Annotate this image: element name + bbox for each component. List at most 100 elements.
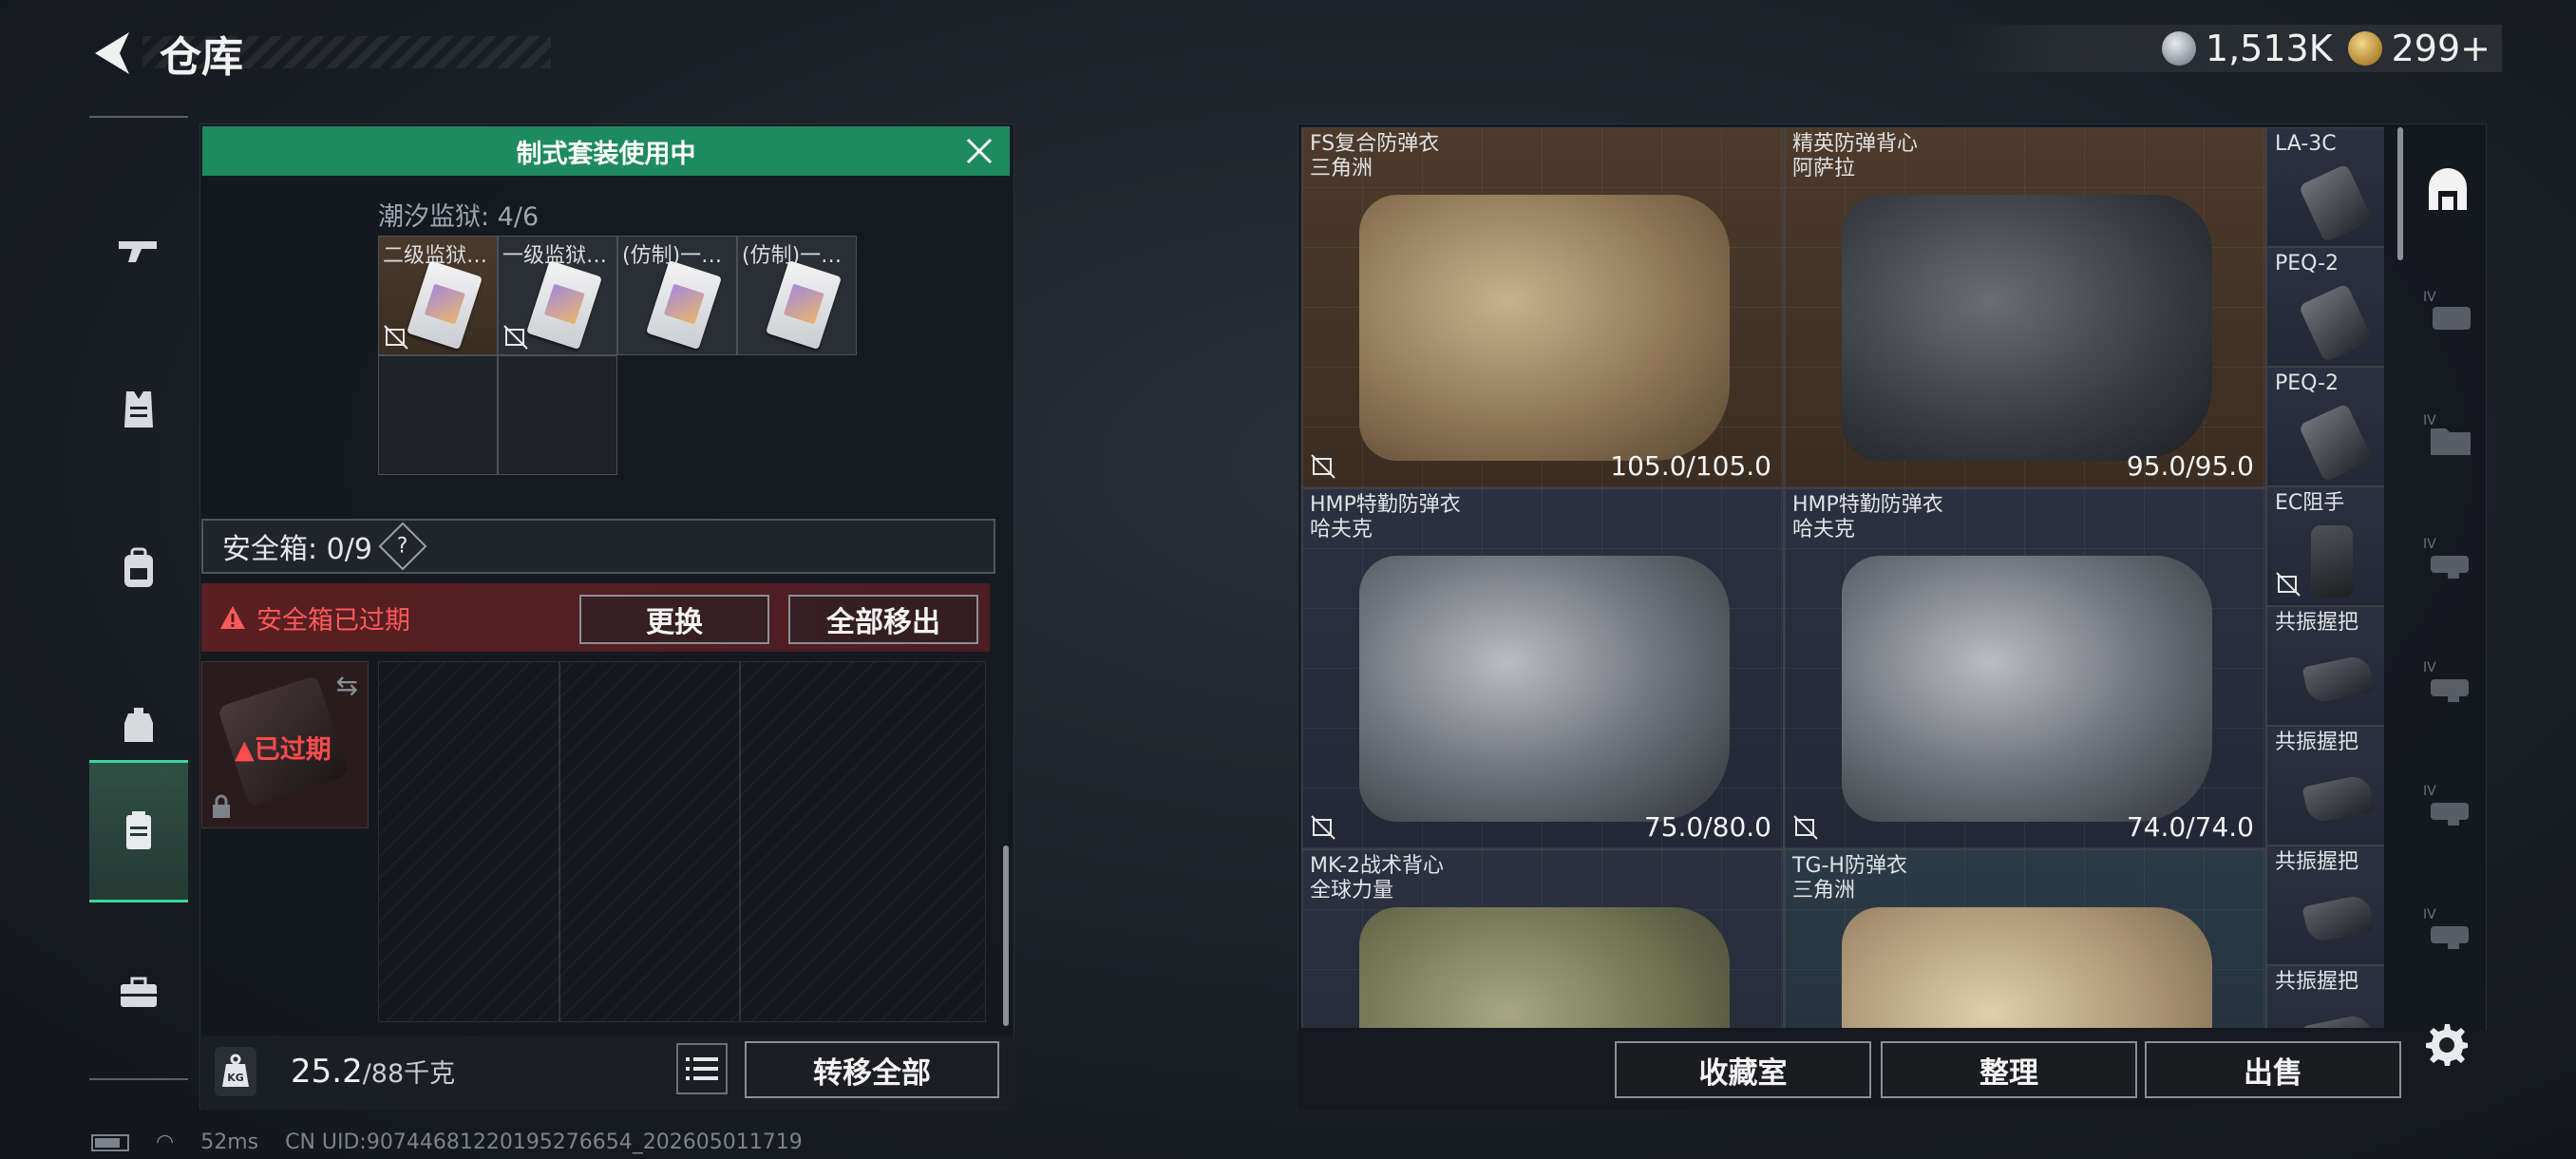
filter-tier-iv-6[interactable]: IV	[2411, 868, 2485, 992]
nav-armor[interactable]	[89, 338, 188, 481]
item-durability: 74.0/74.0	[2126, 811, 2254, 843]
item-name: PEQ-2	[2275, 252, 2339, 276]
item-label: HMP特勤防弹衣 哈夫克	[1310, 493, 1461, 542]
swap-arrows-icon: ⇆	[335, 670, 358, 701]
help-icon[interactable]: ?	[378, 522, 427, 571]
silver-coin-icon	[2161, 31, 2196, 66]
item-name: MK-2战术背心	[1310, 854, 1445, 878]
inventory-item-small[interactable]: EC阻手	[2266, 486, 2384, 606]
collection-room-button[interactable]: 收藏室	[1615, 1041, 1871, 1098]
inventory-item[interactable]: FS复合防弹衣 三角洲 105.0/105.0	[1301, 127, 1784, 488]
kit-banner-text: 制式套装使用中	[516, 139, 696, 169]
nav-backpack[interactable]	[89, 498, 188, 640]
svg-text:IV: IV	[2423, 784, 2436, 799]
inventory-item-small[interactable]: PEQ-2	[2266, 367, 2384, 486]
laser-module-image	[2298, 283, 2374, 363]
back-arrow-icon[interactable]	[87, 27, 141, 80]
item-name: PEQ-2	[2275, 371, 2339, 395]
inventory-scrollbar[interactable]	[2397, 127, 2403, 260]
inventory-item[interactable]: TG-H防弹衣 三角洲	[1784, 849, 2266, 1028]
inventory-item[interactable]: 精英防弹背心 阿萨拉 95.0/95.0	[1784, 127, 2266, 488]
item-name: TG-H防弹衣	[1792, 854, 1907, 878]
filter-tier-iv-1[interactable]: IV	[2411, 251, 2485, 374]
key-slot[interactable]: (仿制)一…	[617, 236, 737, 355]
gold-currency[interactable]: 299+	[2347, 28, 2491, 69]
no-drop-icon	[384, 325, 408, 350]
weight-readout: 25.2/88千克	[291, 1053, 455, 1091]
expired-warning-text: 安全箱已过期	[256, 605, 410, 636]
filter-tier-iv-4[interactable]: IV	[2411, 621, 2485, 745]
nav-weapons[interactable]	[89, 180, 188, 323]
inventory-item-small[interactable]: 共振握把	[2266, 846, 2384, 965]
nav-safe-case[interactable]	[89, 760, 188, 902]
laser-module-image	[2298, 163, 2374, 243]
keycard-icon	[407, 259, 483, 351]
no-drop-icon	[1311, 454, 1335, 479]
list-icon	[686, 1057, 718, 1080]
inventory-item[interactable]: HMP特勤防弹衣 哈夫克 74.0/74.0	[1784, 488, 2266, 849]
safe-case-storage-grid[interactable]	[378, 661, 986, 1022]
silver-currency[interactable]: 1,513K	[2161, 28, 2333, 69]
gold-amount: 299+	[2391, 28, 2491, 69]
item-label: 精英防弹背心 阿萨拉	[1792, 132, 1918, 181]
armor-vest-image	[1842, 907, 2212, 1028]
inventory-item-small[interactable]: PEQ-2	[2266, 247, 2384, 367]
swap-button[interactable]: 更换	[579, 595, 769, 644]
svg-text:IV: IV	[2423, 660, 2436, 675]
loadout-scrollbar[interactable]	[1003, 846, 1009, 1026]
filter-tier-iv-5[interactable]: IV	[2411, 745, 2485, 868]
nav-toolbox[interactable]	[89, 922, 188, 1064]
gun-icon	[119, 241, 157, 262]
inventory-item[interactable]: HMP特勤防弹衣 哈夫克 75.0/80.0	[1301, 488, 1784, 849]
armor-filter-icon	[2429, 168, 2467, 210]
keycard-icon	[646, 259, 722, 351]
item-label: MK-2战术背心 全球力量	[1310, 854, 1444, 903]
key-slot[interactable]: 一级监狱…	[498, 236, 617, 355]
attachment-filter-icon-2: IV	[2423, 784, 2469, 826]
key-slot-label: 潮汐监狱: 4/6	[378, 202, 540, 232]
sort-button[interactable]: 整理	[1881, 1041, 2137, 1098]
lock-icon	[213, 794, 230, 818]
sell-button[interactable]: 出售	[2145, 1041, 2401, 1098]
key-slot[interactable]: 二级监狱…	[378, 236, 498, 355]
grip-image	[2301, 893, 2376, 944]
filter-all[interactable]	[2411, 129, 2485, 253]
item-faction: 阿萨拉	[1792, 157, 1856, 180]
item-faction: 哈夫克	[1792, 518, 1856, 542]
armor-vest-image	[1359, 556, 1730, 822]
filter-tier-iv-2[interactable]: IV	[2411, 374, 2485, 498]
grip-image	[2301, 773, 2376, 825]
folder-filter-icon: IV	[2423, 413, 2471, 455]
inventory-item[interactable]: MK-2战术背心 全球力量	[1301, 849, 1784, 1028]
inventory-item-small[interactable]: LA-3C	[2266, 127, 2384, 247]
transfer-all-button[interactable]: 转移全部	[745, 1041, 999, 1098]
no-drop-icon	[1793, 815, 1818, 840]
attachment-filter-icon: IV	[2423, 660, 2469, 702]
item-name: HMP特勤防弹衣	[1792, 493, 1943, 517]
grip-image	[2301, 654, 2376, 705]
gear-icon[interactable]	[2420, 1020, 2470, 1070]
safe-case-slot[interactable]: ⇆ ▲已过期	[201, 661, 369, 828]
list-view-button[interactable]	[676, 1043, 728, 1094]
inventory-item-small[interactable]: 共振握把	[2266, 965, 2384, 1028]
armor-vest-image	[1842, 556, 2212, 822]
ping-readout: 52ms	[200, 1130, 259, 1154]
empty-key-slot[interactable]	[378, 355, 498, 475]
move-all-button[interactable]: 全部移出	[788, 595, 978, 644]
holster-image	[2311, 525, 2353, 598]
close-icon[interactable]	[962, 134, 996, 168]
key-slot[interactable]: (仿制)一…	[737, 236, 857, 355]
item-faction: 哈夫克	[1310, 518, 1373, 542]
backpack-icon	[124, 547, 153, 587]
filter-tier-iv-3[interactable]: IV	[2411, 498, 2485, 621]
silver-amount: 1,513K	[2205, 28, 2333, 69]
inventory-item-small[interactable]: 共振握把	[2266, 606, 2384, 726]
wifi-icon: ◠	[156, 1130, 175, 1154]
item-faction: 全球力量	[1310, 879, 1394, 902]
empty-key-slot[interactable]	[498, 355, 617, 475]
item-faction: 三角洲	[1310, 157, 1373, 180]
inventory-filter-nav: IV IV IV IV IV IV	[2411, 124, 2485, 1036]
helmet-filter-icon: IV	[2423, 290, 2471, 330]
inventory-item-small[interactable]: 共振握把	[2266, 726, 2384, 846]
armor-vest-image	[1842, 195, 2212, 461]
